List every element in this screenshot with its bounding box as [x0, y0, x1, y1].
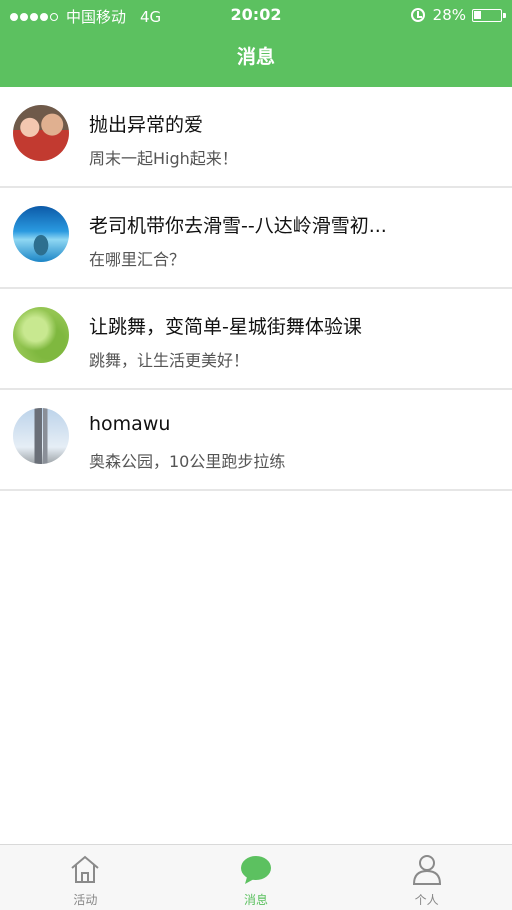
message-title: 老司机带你去滑雪--八达岭滑雪初...: [89, 215, 387, 237]
alarm-clock-icon: [410, 8, 425, 22]
tab-messages[interactable]: 消息: [171, 845, 342, 910]
app-screen: 中国移动 4G 20:02 28% 消息 抛出异常的爱 周末一起High起来！ …: [0, 0, 512, 910]
tab-profile[interactable]: 个人: [341, 845, 512, 910]
message-preview: 跳舞，让生活更美好！: [89, 351, 250, 370]
message-preview: 在哪里汇合？: [89, 250, 186, 269]
message-preview: 周末一起High起来！: [89, 149, 238, 168]
status-bar: 中国移动 4G 20:02 28%: [0, 0, 512, 30]
message-item[interactable]: homawu 奥森公园，10公里跑步拉练: [0, 390, 512, 491]
battery-percent: 28%: [432, 6, 466, 24]
page-title: 消息: [236, 46, 275, 68]
home-icon: [71, 855, 99, 883]
battery-icon: [472, 8, 506, 22]
tab-label: 消息: [243, 893, 268, 907]
message-title: 让跳舞，变简单-星城街舞体验课: [89, 316, 362, 338]
chat-bubble-icon: [240, 856, 271, 884]
message-item[interactable]: 老司机带你去滑雪--八达岭滑雪初... 在哪里汇合？: [0, 188, 512, 289]
person-icon: [412, 855, 441, 885]
avatar: [13, 105, 69, 161]
message-preview: 奥森公园，10公里跑步拉练: [89, 452, 286, 471]
status-right: 28%: [410, 6, 506, 24]
avatar: [13, 206, 69, 262]
tab-label: 个人: [414, 893, 439, 907]
message-item[interactable]: 让跳舞，变简单-星城街舞体验课 跳舞，让生活更美好！: [0, 289, 512, 390]
header: 中国移动 4G 20:02 28% 消息: [0, 0, 512, 87]
avatar: [13, 408, 69, 464]
message-item[interactable]: 抛出异常的爱 周末一起High起来！: [0, 87, 512, 188]
avatar: [13, 307, 69, 363]
tab-bar: 活动 消息 个人: [0, 844, 512, 910]
message-title: 抛出异常的爱: [89, 114, 204, 136]
tab-activities[interactable]: 活动: [0, 845, 171, 910]
message-list: 抛出异常的爱 周末一起High起来！ 老司机带你去滑雪--八达岭滑雪初... 在…: [0, 87, 512, 491]
message-title: homawu: [89, 413, 171, 435]
tab-label: 活动: [73, 893, 98, 907]
